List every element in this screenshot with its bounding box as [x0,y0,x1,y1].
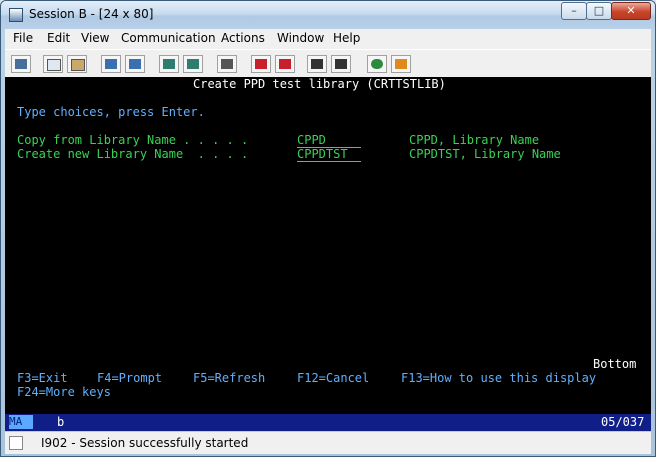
cursor-position: 05/037 [601,415,645,429]
field-label-copy-from: Copy from Library Name . . . . . [17,133,249,147]
macro-icon[interactable] [217,55,237,73]
field-copy-from-library[interactable]: CPPD [297,133,361,148]
terminal-screen[interactable]: Create PPD test library (CRTTSTLIB) Type… [5,77,651,414]
display-icon[interactable] [159,55,179,73]
menu-file[interactable]: File [13,31,33,45]
copy-icon[interactable] [43,55,63,73]
menu-communication[interactable]: Communication [121,31,216,45]
window-title: Session B - [24 x 80] [29,7,154,21]
print-screen-icon[interactable] [11,55,31,73]
record-macro-icon[interactable] [251,55,271,73]
menu-edit[interactable]: Edit [47,31,70,45]
paste-icon[interactable] [67,55,87,73]
play-macro-icon[interactable] [307,55,327,73]
oia-indicator: b [57,415,65,429]
menu-bar: File Edit View Communication Actions Win… [5,29,651,49]
help-icon[interactable] [391,55,411,73]
menu-view[interactable]: View [81,31,109,45]
app-icon [9,8,23,22]
field-create-new-library[interactable]: CPPDTST [297,147,361,162]
operator-info-area: MA b 05/037 [5,414,651,431]
menu-window[interactable]: Window [277,31,324,45]
oia-mode-indicator: MA [9,415,33,429]
message-icon [9,436,23,450]
maximize-button[interactable]: □ [586,2,612,20]
status-bar: I902 - Session successfully started [5,431,651,454]
send-file-icon[interactable] [101,55,121,73]
close-button[interactable]: ✕ [611,2,651,20]
field-help-create-new: CPPDTST, Library Name [409,147,561,161]
field-label-create-new: Create new Library Name . . . . [17,147,249,161]
more-indicator: Bottom [593,357,637,371]
menu-help[interactable]: Help [333,31,360,45]
fkey-f3[interactable]: F3=Exit [17,371,68,385]
title-bar[interactable]: Session B - [24 x 80] – □ ✕ [1,1,655,29]
menu-actions[interactable]: Actions [221,31,265,45]
field-help-copy-from: CPPD, Library Name [409,133,540,147]
minimize-button[interactable]: – [561,2,587,20]
emulator-window: Session B - [24 x 80] – □ ✕ File Edit Vi… [0,0,656,457]
pause-macro-icon[interactable] [331,55,351,73]
fkey-f13[interactable]: F13=How to use this display [401,371,596,385]
globe-icon[interactable] [367,55,387,73]
fkey-f4[interactable]: F4=Prompt [97,371,162,385]
fkey-f5[interactable]: F5=Refresh [193,371,265,385]
keypad-icon[interactable] [183,55,203,73]
status-message: I902 - Session successfully started [41,436,249,450]
screen-instruction: Type choices, press Enter. [17,105,205,119]
toolbar [5,49,651,79]
stop-macro-icon[interactable] [275,55,295,73]
receive-file-icon[interactable] [125,55,145,73]
fkey-f24[interactable]: F24=More keys [17,385,111,399]
fkey-f12[interactable]: F12=Cancel [297,371,369,385]
screen-title: Create PPD test library (CRTTSTLIB) [193,77,446,91]
